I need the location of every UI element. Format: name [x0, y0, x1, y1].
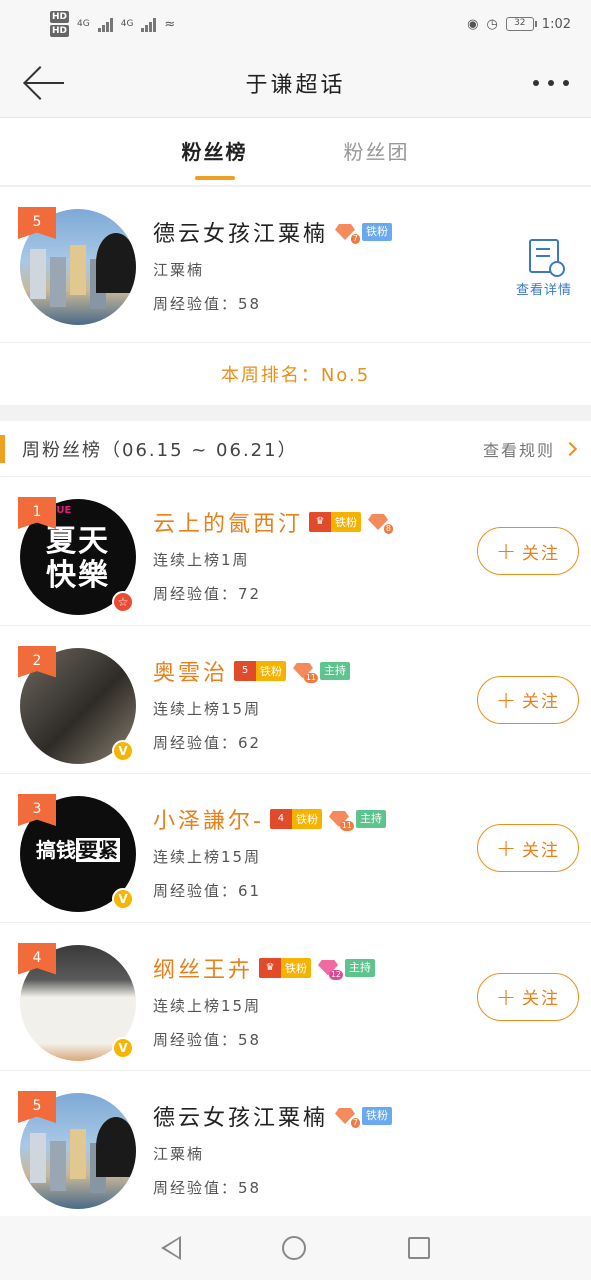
user-alias: 江粟楠 [153, 1145, 205, 1163]
verified-badge-icon: V [112, 739, 134, 762]
gem-badge-icon: 11 [328, 809, 354, 831]
follow-button[interactable]: + 关注 [477, 527, 579, 575]
document-search-icon [529, 239, 565, 277]
network-type: 4G [77, 19, 90, 29]
gem-badge-icon: 12 [317, 958, 344, 980]
weekly-exp: 周经验值：58 [153, 1179, 262, 1197]
alarm-icon: ◷ [486, 16, 498, 32]
follow-button[interactable]: + 关注 [477, 675, 579, 724]
user-alias: 江粟楠 [153, 261, 205, 279]
follow-button[interactable]: + 关注 [477, 972, 579, 1021]
gem-badge-icon: 8 [367, 512, 394, 534]
battery-icon: 32 [505, 17, 537, 31]
list-item[interactable]: 3 搞钱 要紧 V 小泽謙尔- 4 铁粉 11 主持 连续上榜15周 周经验值：61… [0, 774, 591, 923]
week-rank-text: 本周排名：No.5 [220, 365, 371, 386]
section-title: 周粉丝榜（06.15 ~ 06.21） [22, 439, 298, 461]
weekly-exp: 周经验值：58 [153, 295, 262, 313]
back-arrow-icon[interactable] [22, 65, 66, 101]
crown-badge: 5 铁粉 [234, 660, 287, 681]
plus-icon: + [495, 834, 519, 862]
weekly-exp: 周经验值：72 [153, 585, 262, 603]
streak-text: 连续上榜15周 [153, 996, 262, 1015]
headphones-icon: ◉ [467, 16, 479, 32]
list-item[interactable]: 1 WUYUE 夏天快樂 ☆ 云上的氤西汀 ♛铁粉 8 连续上榜1周 周经验值：… [0, 477, 591, 626]
status-bar: HD HD 4G 4G ≈ ◉ ◷ 32 1:02 [0, 0, 591, 48]
back-triangle-icon[interactable] [160, 1236, 181, 1260]
chevron-right-icon [562, 441, 578, 456]
tab-bar: 粉丝榜 粉丝团 [0, 118, 591, 186]
streak-text: 连续上榜1周 [153, 551, 250, 569]
plus-icon: + [495, 982, 519, 1011]
plus-icon: + [495, 685, 519, 714]
view-rules-link[interactable]: 查看规则 [483, 437, 578, 461]
page-title: 于谦超话 [245, 72, 346, 98]
gem-badge-icon: 11 [292, 661, 319, 683]
iron-fan-badge: 铁粉 [362, 1107, 393, 1125]
network-type-2: 4G [120, 19, 134, 29]
weekly-ranking-header: 周粉丝榜（06.15 ~ 06.21） 查看规则 [0, 421, 591, 477]
ranking-list: 1 WUYUE 夏天快樂 ☆ 云上的氤西汀 ♛铁粉 8 连续上榜1周 周经验值：… [0, 477, 591, 1220]
gem-badge-icon: 7 [334, 222, 361, 244]
user-name[interactable]: 德云女孩江粟楠 [153, 1100, 328, 1132]
recents-square-icon[interactable] [408, 1237, 431, 1259]
crown-badge: 4 铁粉 [269, 809, 322, 829]
crown-icon: ♛ [309, 512, 332, 532]
list-item[interactable]: 2 V 奥雲治 5 铁粉 11 主持 连续上榜15周 周经验值：62 + 关注 [0, 625, 591, 774]
host-badge: 主持 [355, 810, 386, 828]
avatar[interactable]: 5 [18, 207, 136, 325]
tab-fans-ranking[interactable]: 粉丝榜 [182, 118, 248, 186]
weekly-exp: 周经验值：58 [153, 1030, 262, 1049]
weekly-exp: 周经验值：62 [153, 733, 262, 752]
streak-text: 连续上榜15周 [153, 848, 262, 866]
crown-badge: ♛ 铁粉 [309, 512, 362, 532]
user-name[interactable]: 云上的氤西汀 [153, 506, 303, 538]
user-name[interactable]: 纲丝王卉 [153, 952, 253, 984]
my-rank-card: 5 德云女孩江粟楠 7 铁粉 江粟楠 周经验值：58 查看详情 本周排名：No.… [0, 187, 591, 405]
tab-fans-group[interactable]: 粉丝团 [344, 118, 410, 186]
verified-badge-icon: V [112, 888, 134, 910]
weekly-exp: 周经验值：61 [153, 882, 262, 900]
more-icon[interactable] [533, 79, 569, 86]
crown-icon: ♛ [259, 957, 282, 978]
host-badge: 主持 [345, 958, 376, 977]
system-nav-bar [0, 1216, 591, 1280]
wifi-icon: ≈ [164, 16, 176, 32]
list-item[interactable]: 4 V 纲丝王卉 ♛ 铁粉 12 主持 连续上榜15周 周经验值：58 + 关注 [0, 922, 591, 1071]
user-name[interactable]: 德云女孩江粟楠 [153, 216, 328, 248]
avatar[interactable]: 4 V [18, 942, 136, 1061]
streak-text: 连续上榜15周 [153, 699, 262, 718]
verified-badge-icon: V [112, 1036, 134, 1059]
gem-badge-icon: 7 [334, 1106, 361, 1128]
crown-badge: ♛ 铁粉 [259, 957, 312, 978]
follow-button[interactable]: + 关注 [477, 824, 579, 872]
nav-bar: 于谦超话 [0, 48, 591, 118]
iron-fan-badge: 铁粉 [362, 223, 393, 241]
plus-icon: + [495, 537, 519, 565]
user-name[interactable]: 奥雲治 [153, 655, 228, 687]
home-circle-icon[interactable] [282, 1236, 307, 1260]
clock: 1:02 [541, 16, 571, 32]
star-badge-icon: ☆ [112, 591, 134, 613]
user-name[interactable]: 小泽謙尔- [153, 803, 264, 835]
view-details-button[interactable]: 查看详情 [511, 239, 577, 298]
signal-icon-2 [141, 16, 157, 32]
avatar[interactable]: 2 V [18, 645, 136, 764]
hd-icon: HD HD [50, 11, 70, 37]
avatar[interactable]: 3 搞钱 要紧 V [18, 794, 136, 912]
host-badge: 主持 [320, 661, 351, 680]
list-item[interactable]: 5 德云女孩江粟楠 7 铁粉 江粟楠 周经验值：58 [0, 1071, 591, 1220]
signal-icon [97, 16, 113, 32]
avatar[interactable]: 1 WUYUE 夏天快樂 ☆ [18, 497, 136, 615]
avatar[interactable]: 5 [18, 1091, 136, 1209]
